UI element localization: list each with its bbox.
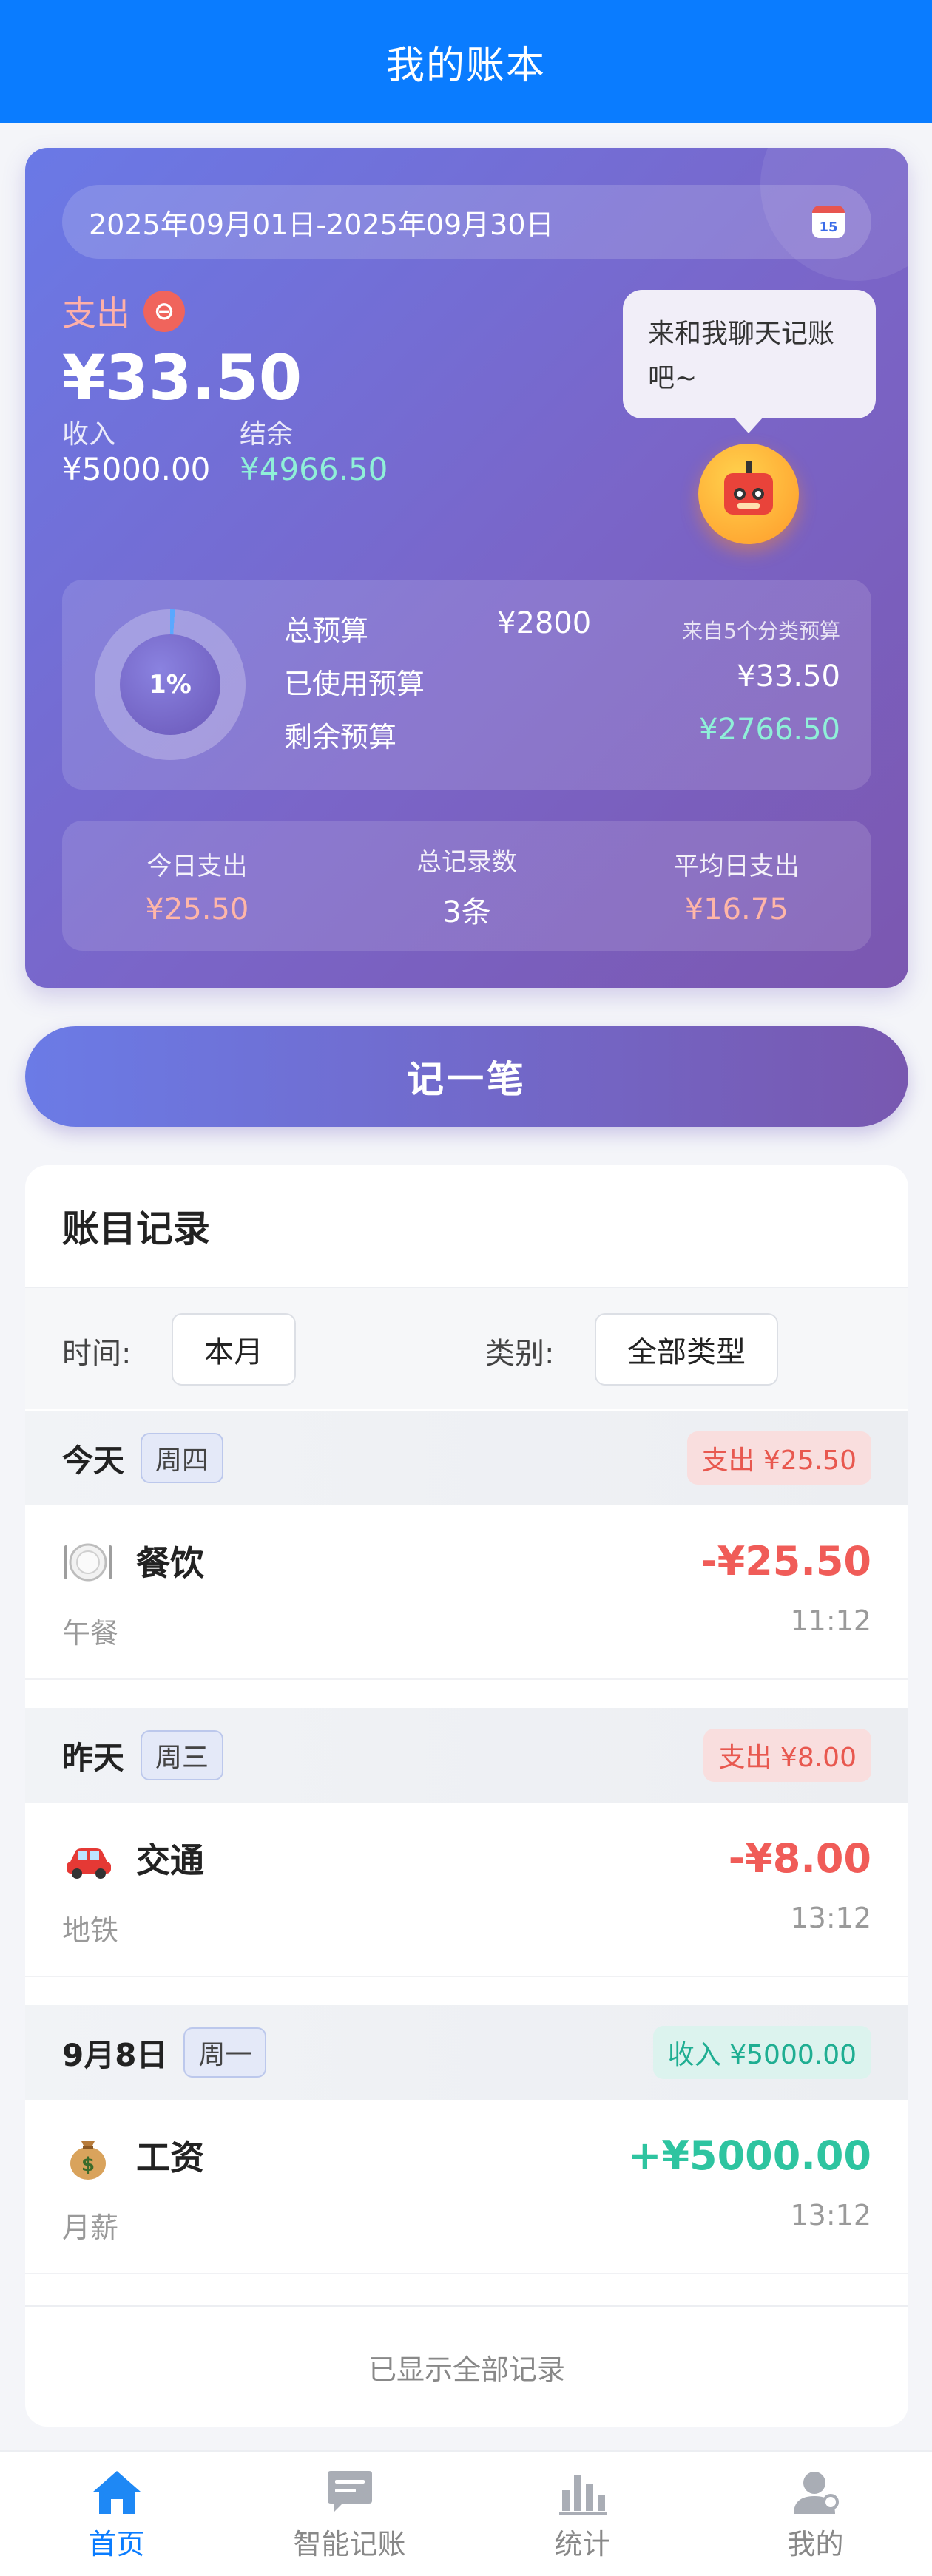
chat-icon (320, 2467, 379, 2518)
date-group-header: 今天 周四 支出 ¥25.50 (25, 1411, 908, 1505)
entry-category: 餐饮 (136, 1543, 204, 1583)
group-summary-badge: 支出 ¥8.00 (703, 1729, 871, 1782)
income-label: 收入 (62, 419, 116, 450)
stat-record-count: 总记录数 3条 (332, 821, 602, 951)
expense-header: 支出 ⊖ (62, 287, 185, 336)
entry-category: 交通 (136, 1840, 204, 1880)
plate-icon (64, 1543, 112, 1582)
nav-label: 智能记账 (293, 2527, 406, 2560)
stat-value: 3条 (442, 895, 491, 929)
group-summary-badge: 支出 ¥25.50 (686, 1431, 871, 1485)
minus-icon: ⊖ (143, 291, 185, 332)
category-filter-label: 类别: (485, 1337, 555, 1371)
nav-label: 我的 (787, 2527, 844, 2560)
time-filter-label: 时间: (62, 1337, 132, 1371)
date-range-text: 2025年09月01日-2025年09月30日 (89, 208, 554, 241)
records-card: 账目记录 时间: 本月 类别: 全部类型 今天 周四 支出 ¥25.50 餐饮 … (25, 1165, 908, 2427)
budget-used-percent: 1% (120, 634, 220, 735)
remaining-budget-value: ¥2766.50 (699, 713, 840, 747)
date-group-header: 9月8日 周一 收入 ¥5000.00 (25, 2005, 908, 2100)
stat-label: 总记录数 (416, 847, 517, 877)
records-title: 账目记录 (62, 1207, 210, 1250)
budget-source-note: 来自5个分类预算 (682, 619, 840, 643)
summary-card: 2025年09月01日-2025年09月30日 15 支出 ⊖ ¥33.50 收… (25, 148, 908, 988)
money-bag-icon: $ (70, 2141, 106, 2180)
group-summary-badge: 收入 ¥5000.00 (652, 2026, 871, 2079)
total-budget-value: ¥2800 (497, 606, 592, 640)
expense-label: 支出 (62, 294, 130, 333)
total-budget-label: 总预算 (284, 614, 369, 647)
page-title: 我的账本 (385, 43, 546, 88)
filter-bar: 时间: 本月 类别: 全部类型 (25, 1287, 908, 1409)
entry-note: 午餐 (62, 1617, 119, 1650)
entry-note: 月薪 (62, 2211, 119, 2244)
date-group-header: 昨天 周三 支出 ¥8.00 (25, 1708, 908, 1803)
remaining-budget-label: 剩余预算 (284, 721, 397, 753)
robot-icon (724, 461, 773, 515)
car-icon (67, 1848, 111, 1879)
income-value: ¥5000.00 (62, 451, 211, 487)
svg-text:$: $ (81, 2154, 95, 2176)
stat-today-expense: 今日支出 ¥25.50 (62, 821, 332, 951)
stat-daily-average: 平均日支出 ¥16.75 (601, 821, 871, 951)
used-budget-label: 已使用预算 (284, 668, 425, 700)
user-icon (786, 2467, 845, 2518)
entry-time: 13:12 (790, 2199, 871, 2231)
group-weekday-badge: 周三 (141, 1730, 224, 1780)
entry-amount: +¥5000.00 (628, 2132, 871, 2179)
budget-progress-ring: 1% (95, 609, 246, 760)
entry-amount: -¥25.50 (700, 1538, 871, 1584)
nav-label: 首页 (88, 2527, 145, 2560)
chat-prompt-text: 来和我聊天记账吧~ (648, 319, 835, 393)
robot-assistant-button[interactable] (698, 444, 799, 544)
balance-value: ¥4966.50 (240, 451, 388, 487)
list-item[interactable]: 餐饮 午餐 -¥25.50 11:12 (25, 1505, 908, 1680)
entry-category: 工资 (136, 2138, 204, 2177)
budget-panel: 1% 总预算 ¥2800 来自5个分类预算 已使用预算 ¥33.50 剩余预算 … (62, 580, 871, 790)
list-item[interactable]: 交通 地铁 -¥8.00 13:12 (25, 1803, 908, 1977)
home-icon (87, 2467, 146, 2518)
stat-label: 平均日支出 (673, 851, 800, 881)
used-budget-value: ¥33.50 (737, 660, 840, 694)
group-day: 今天 (62, 1442, 125, 1479)
stat-value: ¥25.50 (145, 892, 249, 926)
nav-item-smart-record[interactable]: 智能记账 (233, 2452, 466, 2576)
list-item[interactable]: $ 工资 月薪 +¥5000.00 13:12 (25, 2100, 908, 2274)
group-weekday-badge: 周四 (141, 1433, 224, 1483)
date-range-picker[interactable]: 2025年09月01日-2025年09月30日 15 (62, 185, 871, 259)
chat-prompt-bubble[interactable]: 来和我聊天记账吧~ (623, 290, 876, 433)
nav-item-statistics[interactable]: 统计 (466, 2452, 699, 2576)
group-weekday-badge: 周一 (183, 2027, 267, 2078)
stat-value: ¥16.75 (684, 892, 789, 926)
nav-label: 统计 (554, 2527, 611, 2560)
entry-time: 11:12 (790, 1604, 871, 1637)
chart-icon (553, 2467, 612, 2518)
bottom-nav: 首页 智能记账 统计 我的 (0, 2450, 932, 2576)
stat-label: 今日支出 (146, 851, 248, 881)
nav-item-home[interactable]: 首页 (0, 2452, 233, 2576)
end-of-list-note: 已显示全部记录 (25, 2305, 908, 2427)
category-filter-select[interactable]: 全部类型 (595, 1313, 778, 1386)
nav-item-profile[interactable]: 我的 (699, 2452, 932, 2576)
entry-note: 地铁 (62, 1914, 119, 1947)
expense-amount: ¥33.50 (62, 342, 303, 414)
app-title-bar: 我的账本 (0, 0, 932, 123)
group-day: 9月8日 (62, 2036, 168, 2073)
entry-amount: -¥8.00 (728, 1835, 871, 1882)
entry-time: 13:12 (790, 1902, 871, 1934)
add-record-button[interactable]: 记一笔 (25, 1026, 908, 1127)
group-day: 昨天 (62, 1739, 125, 1776)
calendar-icon[interactable]: 15 (812, 206, 845, 238)
balance-label: 结余 (240, 419, 294, 450)
quick-stats: 今日支出 ¥25.50 总记录数 3条 平均日支出 ¥16.75 (62, 821, 871, 951)
time-filter-select[interactable]: 本月 (172, 1313, 296, 1386)
